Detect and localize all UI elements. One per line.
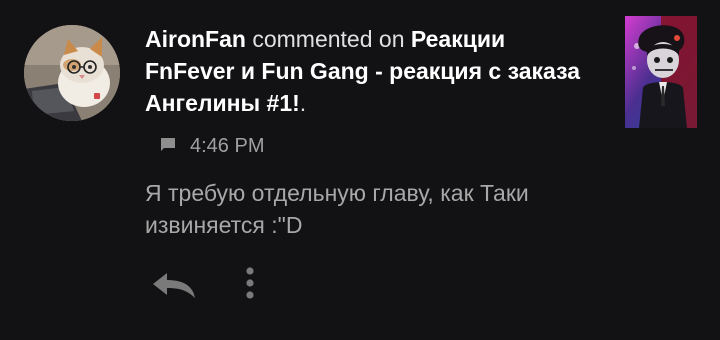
notification-headline[interactable]: AironFan commented on Реакции FnFever и … <box>145 23 595 119</box>
comment-author[interactable]: AironFan <box>145 26 246 52</box>
comment-text: Я требую отдельную главу, как Таки извин… <box>145 180 529 238</box>
video-thumbnail[interactable] <box>625 16 697 128</box>
headline-period: . <box>299 90 307 116</box>
more-options-button[interactable] <box>236 264 264 306</box>
action-text: commented on <box>252 26 405 52</box>
timestamp: 4:46 PM <box>190 134 265 157</box>
notification-item[interactable]: AironFan commented on Реакции FnFever и … <box>0 0 720 340</box>
comment-icon <box>160 136 176 157</box>
more-vertical-icon <box>245 266 255 305</box>
notification-meta: 4:46 PM <box>160 134 264 158</box>
avatar[interactable] <box>24 25 120 121</box>
reply-button[interactable] <box>148 268 200 306</box>
reply-icon <box>151 271 197 304</box>
